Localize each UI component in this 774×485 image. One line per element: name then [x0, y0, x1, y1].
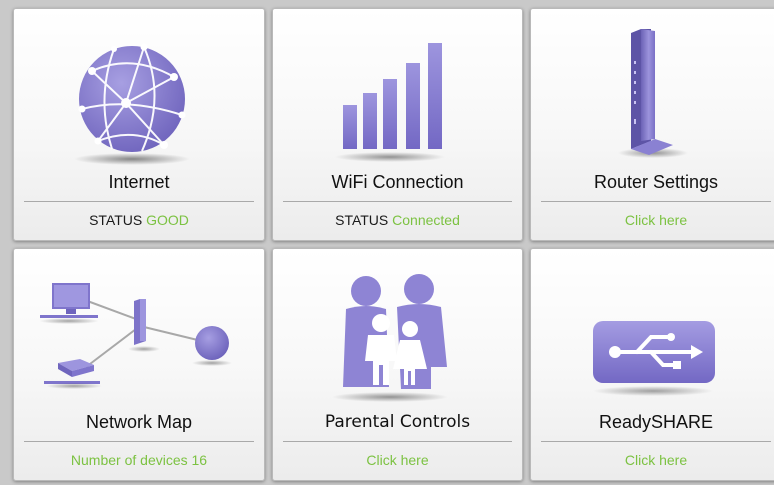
router-click-here-link[interactable]: Click here [531, 212, 774, 228]
tile-title: Parental Controls [324, 412, 471, 432]
divider [24, 441, 254, 442]
divider [283, 441, 512, 442]
tile-title: ReadySHARE [598, 412, 714, 432]
network-map-tile[interactable]: Network Map Number of devices 16 [13, 248, 265, 481]
tile-title: Network Map [85, 412, 193, 432]
parental-click-here-link[interactable]: Click here [273, 452, 522, 468]
wifi-status: STATUS Connected [273, 212, 522, 228]
device-count-link[interactable]: Number of devices 16 [14, 452, 264, 468]
divider [283, 201, 512, 202]
tile-title: Internet [108, 172, 170, 192]
family-icon [273, 249, 522, 414]
router-icon [531, 9, 774, 174]
status-label: STATUS [335, 212, 389, 228]
status-value: GOOD [146, 212, 189, 228]
usb-icon [531, 249, 774, 414]
wifi-tile[interactable]: WiFi Connection STATUS Connected [272, 8, 523, 241]
readyshare-tile[interactable]: ReadySHARE Click here [530, 248, 774, 481]
divider [24, 201, 254, 202]
divider [541, 201, 771, 202]
internet-status: STATUS GOOD [14, 212, 264, 228]
tile-title: Router Settings [593, 172, 719, 192]
divider [541, 441, 771, 442]
parental-controls-tile[interactable]: Parental Controls Click here [272, 248, 523, 481]
internet-tile[interactable]: Internet STATUS GOOD [13, 8, 265, 241]
signal-bars-icon [273, 9, 522, 174]
router-settings-tile[interactable]: Router Settings Click here [530, 8, 774, 241]
status-value: Connected [392, 212, 460, 228]
network-map-icon [14, 249, 264, 414]
globe-icon [14, 9, 264, 174]
tile-title: WiFi Connection [331, 172, 464, 192]
status-label: STATUS [89, 212, 143, 228]
dashboard-grid: Internet STATUS GOOD WiFi Connection STA… [0, 0, 774, 485]
readyshare-click-here-link[interactable]: Click here [531, 452, 774, 468]
